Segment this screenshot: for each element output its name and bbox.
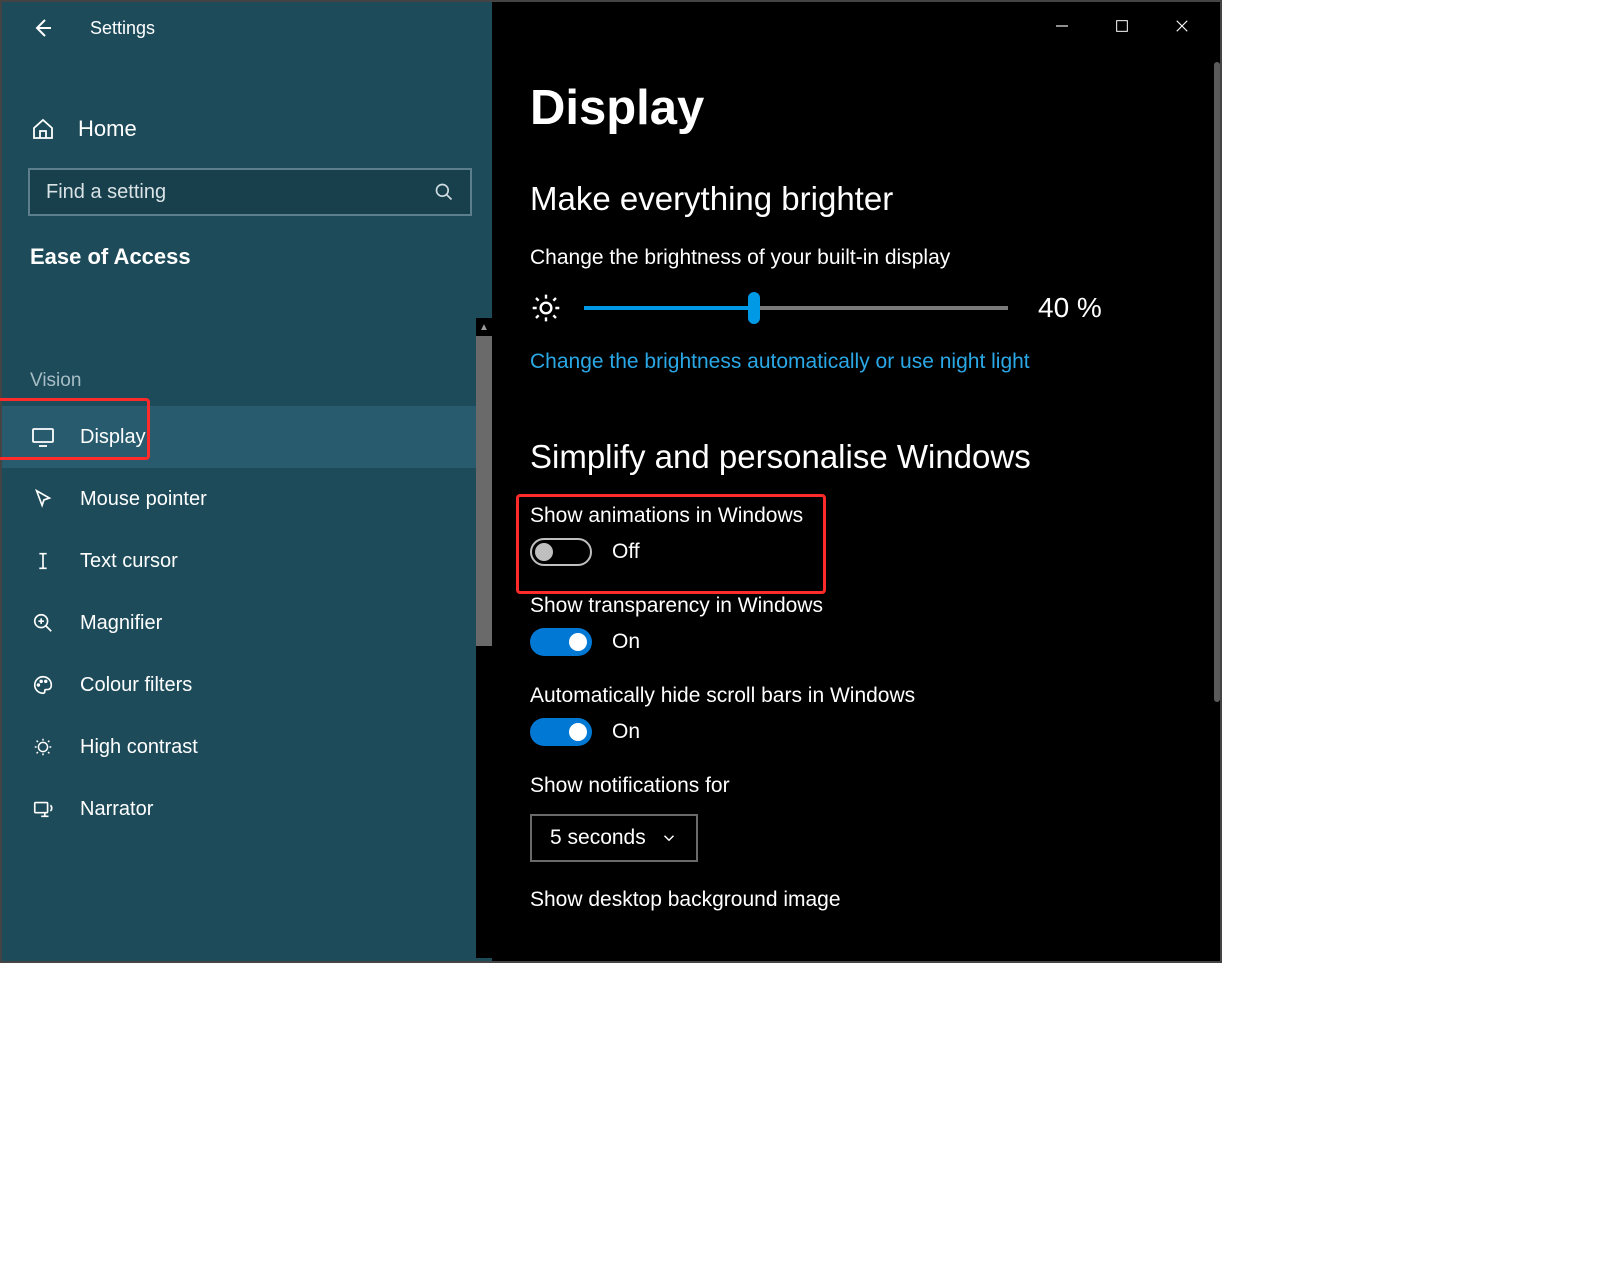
notifications-label: Show notifications for [530, 774, 1182, 798]
slider-fill [584, 306, 754, 310]
animations-state: Off [612, 540, 640, 564]
sidebar-item-label: Colour filters [80, 674, 192, 697]
brightness-icon [530, 292, 562, 324]
sidebar-item-label: Magnifier [80, 612, 162, 635]
close-button[interactable] [1170, 14, 1194, 38]
simplify-heading: Simplify and personalise Windows [530, 438, 1182, 476]
animations-toggle[interactable] [530, 538, 592, 566]
scrollbar-thumb[interactable] [1214, 62, 1220, 702]
scrollbars-label: Automatically hide scroll bars in Window… [530, 684, 1182, 708]
chevron-down-icon [660, 829, 678, 847]
narrator-icon [30, 796, 56, 822]
scrollbars-state: On [612, 720, 640, 744]
transparency-label: Show transparency in Windows [530, 594, 1182, 618]
contrast-icon [30, 734, 56, 760]
sidebar-item-text-cursor[interactable]: Text cursor [2, 530, 492, 592]
scrollbars-toggle[interactable] [530, 718, 592, 746]
animations-label: Show animations in Windows [530, 504, 1182, 528]
back-button[interactable] [30, 16, 54, 40]
search-icon [434, 182, 454, 202]
category-label: Ease of Access [2, 216, 492, 280]
page-title: Display [530, 80, 1182, 136]
sidebar-item-label: Narrator [80, 798, 153, 821]
maximize-button[interactable] [1110, 14, 1134, 38]
sidebar-item-label: Display [80, 426, 146, 449]
slider-thumb[interactable] [748, 292, 760, 324]
minimize-button[interactable] [1050, 14, 1074, 38]
search-input[interactable] [46, 181, 426, 204]
scroll-up-icon[interactable]: ▲ [476, 318, 492, 336]
text-cursor-icon [30, 548, 56, 574]
window-title: Settings [90, 18, 155, 39]
search-input-wrap[interactable] [28, 168, 472, 216]
transparency-state: On [612, 630, 640, 654]
sidebar-item-high-contrast[interactable]: High contrast [2, 716, 492, 778]
sidebar-item-label: Text cursor [80, 550, 178, 573]
transparency-toggle[interactable] [530, 628, 592, 656]
sidebar-item-magnifier[interactable]: Magnifier [2, 592, 492, 654]
sidebar-item-label: High contrast [80, 736, 198, 759]
night-light-link[interactable]: Change the brightness automatically or u… [530, 350, 1182, 374]
sidebar-item-display[interactable]: Display [2, 406, 492, 468]
magnifier-icon [30, 610, 56, 636]
brightness-label: Change the brightness of your built-in d… [530, 246, 1182, 270]
palette-icon [30, 672, 56, 698]
sidebar: Settings Home Ease of Access Vision Disp… [2, 2, 492, 961]
brightness-heading: Make everything brighter [530, 180, 1182, 218]
sidebar-group-vision: Vision [2, 280, 492, 406]
display-icon [30, 424, 56, 450]
background-label: Show desktop background image [530, 888, 1182, 912]
brightness-value: 40 % [1038, 292, 1102, 324]
home-label: Home [78, 116, 137, 142]
sidebar-item-narrator[interactable]: Narrator [2, 778, 492, 840]
sidebar-item-label: Mouse pointer [80, 488, 207, 511]
home-icon [30, 116, 56, 142]
sidebar-item-mouse-pointer[interactable]: Mouse pointer [2, 468, 492, 530]
main-content: Display Make everything brighter Change … [492, 2, 1220, 961]
sidebar-home[interactable]: Home [2, 94, 492, 160]
mouse-pointer-icon [30, 486, 56, 512]
main-scrollbar[interactable] [1214, 62, 1220, 942]
notifications-dropdown[interactable]: 5 seconds [530, 814, 698, 862]
brightness-slider[interactable] [584, 306, 1008, 310]
sidebar-item-colour-filters[interactable]: Colour filters [2, 654, 492, 716]
sidebar-scrollbar[interactable]: ▲ [476, 318, 492, 958]
scrollbar-thumb[interactable] [476, 336, 492, 646]
notifications-value: 5 seconds [550, 826, 646, 850]
